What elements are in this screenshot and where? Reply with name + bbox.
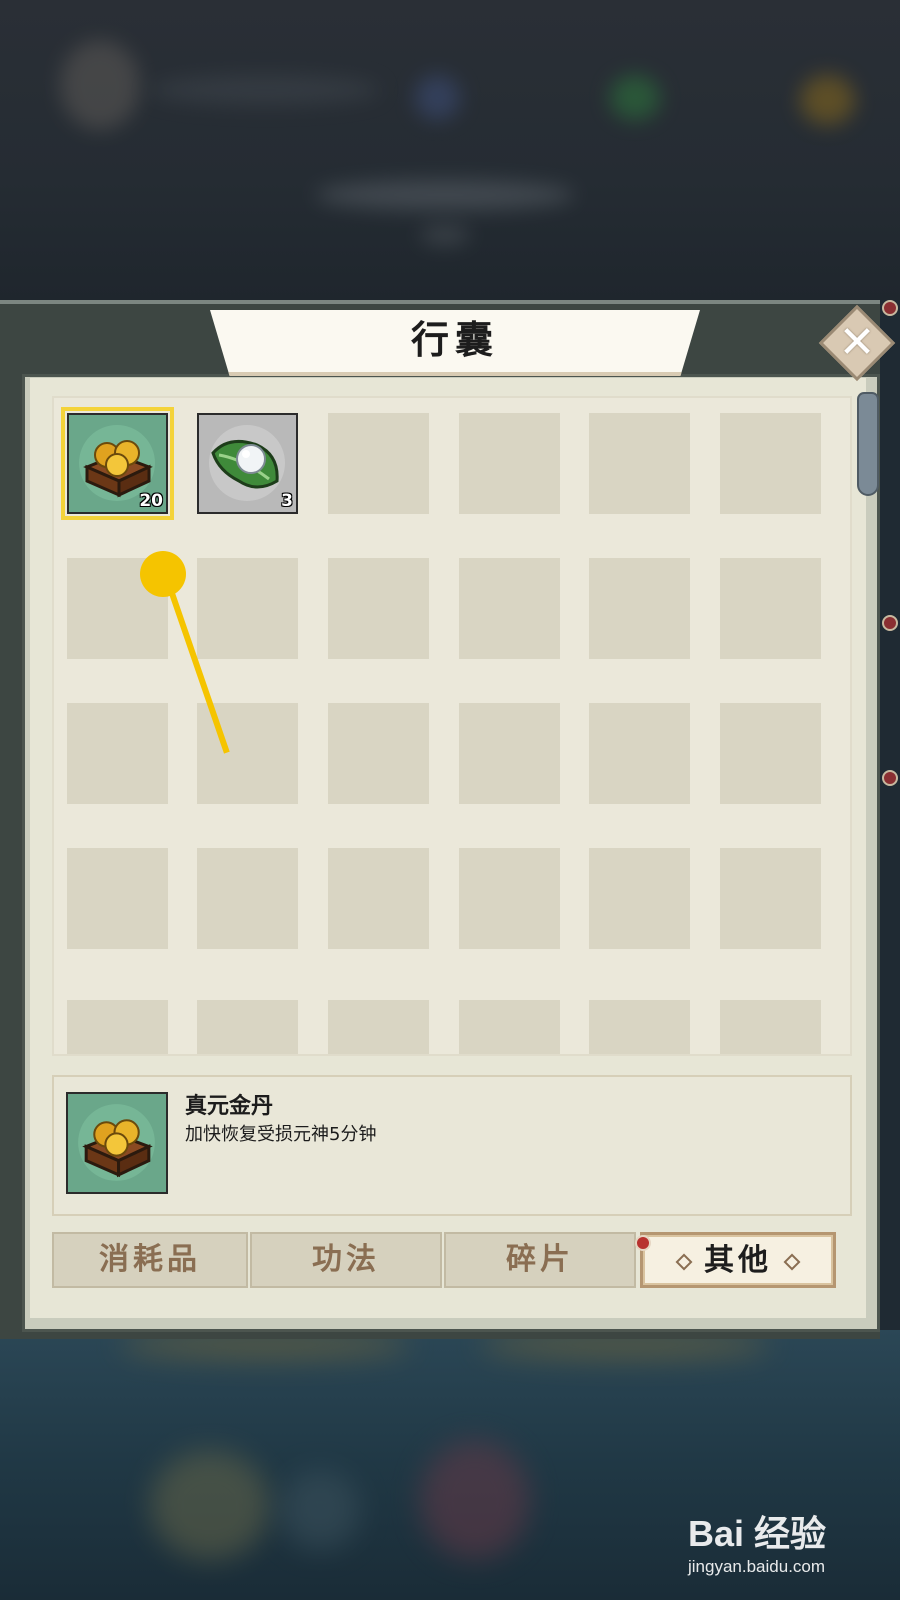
empty-slot[interactable] [197,848,298,949]
item-grid: 20 3 [52,396,852,1056]
watermark-url: jingyan.baidu.com [688,1557,826,1576]
tab-fragments[interactable]: 碎片 [444,1232,636,1288]
pointer-dot [140,551,186,597]
side-ornament-dot [882,770,898,786]
detail-item-name: 真元金丹 [185,1094,274,1119]
empty-slot[interactable] [67,1000,168,1054]
tab-label: 功法 [312,1242,380,1277]
tab-label: 其他 [704,1243,772,1278]
category-tabs: 消耗品 功法 碎片 其他 [52,1232,848,1290]
empty-slot[interactable] [67,703,168,804]
notification-badge [635,1235,651,1251]
tab-consumables[interactable]: 消耗品 [52,1232,248,1288]
empty-slot[interactable] [197,1000,298,1054]
empty-slot[interactable] [328,1000,429,1054]
panel-title: 行囊 [410,317,499,362]
empty-slot[interactable] [459,558,560,659]
empty-slot[interactable] [589,558,690,659]
empty-slot[interactable] [328,848,429,949]
empty-slot[interactable] [589,703,690,804]
empty-slot[interactable] [720,848,821,949]
diamond-ornament-icon [675,1253,693,1271]
item-detail-box [52,1075,852,1216]
empty-slot[interactable] [720,1000,821,1054]
blurred-background-top [0,0,900,300]
detail-item-description: 加快恢复受损元神5分钟 [185,1124,377,1145]
empty-slot[interactable] [589,413,690,514]
empty-slot[interactable] [459,848,560,949]
item-slot-golden-pills[interactable]: 20 [61,407,174,520]
empty-slot[interactable] [459,703,560,804]
empty-slot[interactable] [459,1000,560,1054]
empty-slot[interactable] [720,558,821,659]
side-ornament-dot [882,615,898,631]
empty-slot[interactable] [328,703,429,804]
item-quantity: 3 [281,491,293,511]
golden-pills-box-icon [78,1104,155,1181]
empty-slot[interactable] [589,848,690,949]
empty-slot[interactable] [67,848,168,949]
empty-slot[interactable] [720,413,821,514]
diamond-ornament-icon [783,1253,801,1271]
detail-item-icon [66,1092,168,1194]
tab-skills[interactable]: 功法 [250,1232,442,1288]
watermark-logo: Bai 经验 [688,1513,827,1554]
empty-slot[interactable] [328,413,429,514]
tab-other[interactable]: 其他 [640,1232,836,1288]
item-quantity: 20 [139,491,163,511]
scrollbar-handle[interactable] [857,392,879,496]
baidu-jingyan-watermark: Bai 经验 jingyan.baidu.com [688,1505,888,1577]
empty-slot[interactable] [328,558,429,659]
close-button[interactable]: ✕ [818,304,896,382]
close-x-icon: ✕ [838,317,876,368]
empty-slot[interactable] [197,558,298,659]
empty-slot[interactable] [720,703,821,804]
item-slot-pearl[interactable]: 3 [197,413,298,514]
tab-label: 碎片 [506,1242,574,1277]
empty-slot[interactable] [459,413,560,514]
empty-slot[interactable] [589,1000,690,1054]
tab-label: 消耗品 [99,1242,201,1277]
